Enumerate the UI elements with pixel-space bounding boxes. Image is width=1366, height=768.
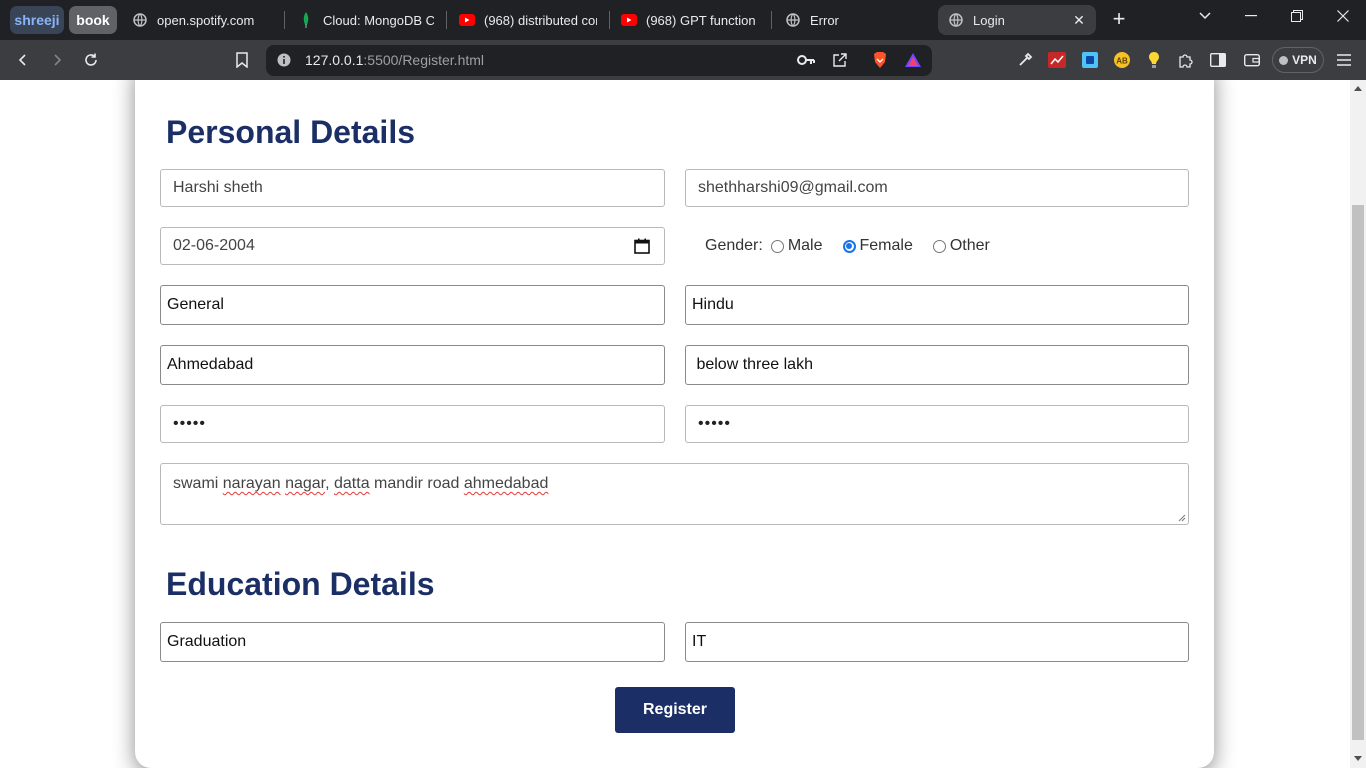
globe-icon — [785, 12, 801, 28]
gender-radio-other[interactable] — [932, 239, 946, 253]
mongodb-leaf-icon — [298, 12, 314, 28]
adblock-extension-icon[interactable]: AB — [1112, 50, 1132, 70]
scroll-down-arrow-icon[interactable] — [1354, 756, 1362, 761]
dob-date-field[interactable]: 02-06-2004 — [160, 227, 665, 265]
close-tab-icon[interactable]: ✕ — [1070, 11, 1088, 29]
wallet-icon[interactable] — [1242, 50, 1262, 70]
tab-strip: shreeji book open.spotify.com Cloud: Mon… — [0, 0, 1366, 40]
tab-title: open.spotify.com — [157, 12, 255, 28]
brave-rewards-icon[interactable] — [903, 50, 923, 70]
chart-extension-icon[interactable] — [1047, 50, 1067, 70]
register-button[interactable]: Register — [615, 687, 735, 733]
tab-title: Error — [810, 12, 839, 28]
education-details-heading: Education Details — [166, 566, 435, 602]
new-tab-plus-icon[interactable]: + — [1108, 8, 1130, 31]
confirm-password-field[interactable]: ••••• — [685, 405, 1189, 443]
key-icon[interactable] — [796, 50, 816, 70]
tab-group-shreeji[interactable]: shreeji — [10, 6, 64, 34]
url-text[interactable]: 127.0.0.1:5500/Register.html — [305, 51, 484, 69]
resize-grip-icon[interactable] — [1177, 513, 1186, 522]
gender-option-male[interactable]: Male — [788, 237, 823, 255]
personal-details-heading: Personal Details — [166, 114, 415, 150]
tab-title: Cloud: MongoDB Clou — [323, 12, 434, 28]
share-icon[interactable] — [830, 50, 850, 70]
reload-icon[interactable] — [79, 48, 103, 72]
tab-group-book[interactable]: book — [69, 6, 117, 34]
close-window-icon[interactable] — [1328, 4, 1358, 28]
scroll-up-arrow-icon[interactable] — [1354, 86, 1362, 91]
tab-title: (968) distributed comp — [484, 12, 597, 28]
extensions-puzzle-icon[interactable] — [1176, 50, 1196, 70]
tab-search-chevron-icon[interactable] — [1190, 4, 1220, 28]
menu-hamburger-icon[interactable] — [1334, 50, 1354, 70]
bookmark-icon[interactable] — [230, 48, 254, 72]
address-textarea[interactable]: swami narayan nagar, datta mandir road a… — [160, 463, 1189, 525]
globe-icon — [132, 12, 148, 28]
gender-radio-male[interactable] — [770, 239, 784, 253]
tab-error[interactable]: Error — [775, 5, 933, 35]
qualification-field[interactable]: Graduation — [160, 622, 665, 662]
site-info-icon[interactable] — [272, 48, 296, 72]
income-field[interactable]: below three lakh — [685, 345, 1189, 385]
bulb-extension-icon[interactable] — [1144, 50, 1164, 70]
gender-label: Gender: — [705, 237, 763, 254]
email-field[interactable]: shethharshi09@gmail.com — [685, 169, 1189, 207]
minimize-icon[interactable] — [1236, 4, 1266, 28]
gender-radio-female[interactable] — [842, 239, 856, 253]
address-text: swami narayan nagar, datta mandir road a… — [173, 475, 549, 492]
back-arrow-icon[interactable] — [11, 48, 35, 72]
tab-login[interactable]: Login ✕ — [938, 5, 1096, 35]
sidebar-toggle-icon[interactable] — [1208, 50, 1228, 70]
tab-mongodb[interactable]: Cloud: MongoDB Clou — [288, 5, 444, 35]
gender-option-female[interactable]: Female — [860, 237, 913, 255]
tab-title: (968) GPT function cal — [646, 12, 759, 28]
scrollbar-thumb[interactable] — [1352, 205, 1364, 740]
globe-icon — [948, 12, 964, 28]
category-field[interactable]: General — [160, 285, 665, 325]
youtube-icon — [621, 12, 637, 28]
name-field[interactable]: Harshi sheth — [160, 169, 665, 207]
branch-field[interactable]: IT — [685, 622, 1189, 662]
tab-youtube-distributed[interactable]: (968) distributed comp — [449, 5, 607, 35]
gender-option-other[interactable]: Other — [950, 237, 990, 255]
calendar-icon[interactable] — [634, 238, 650, 254]
page-scrollbar[interactable] — [1350, 80, 1366, 768]
vpn-button[interactable]: VPN — [1272, 47, 1324, 73]
dob-value: 02-06-2004 — [173, 237, 255, 254]
url-host: 127.0.0.1 — [305, 52, 364, 68]
youtube-icon — [459, 12, 475, 28]
religion-field[interactable]: Hindu — [685, 285, 1189, 325]
svg-text:AB: AB — [1116, 57, 1128, 66]
forward-arrow-icon[interactable] — [45, 48, 69, 72]
password-field[interactable]: ••••• — [160, 405, 665, 443]
fist-extension-icon[interactable] — [1080, 50, 1100, 70]
eyedropper-extension-icon[interactable] — [1015, 50, 1035, 70]
vpn-status-icon — [1279, 55, 1289, 65]
brave-lion-icon[interactable] — [870, 50, 890, 70]
restore-icon[interactable] — [1282, 4, 1312, 28]
vpn-label: VPN — [1292, 53, 1317, 67]
tab-spotify[interactable]: open.spotify.com — [122, 5, 282, 35]
tab-title: Login — [973, 12, 1005, 28]
gender-radio-group: Gender: Male Female Other — [705, 236, 1010, 256]
city-field[interactable]: Ahmedabad — [160, 345, 665, 385]
income-value: below three lakh — [692, 356, 813, 373]
url-path: :5500/Register.html — [363, 52, 485, 68]
tab-youtube-gpt[interactable]: (968) GPT function cal — [611, 5, 769, 35]
